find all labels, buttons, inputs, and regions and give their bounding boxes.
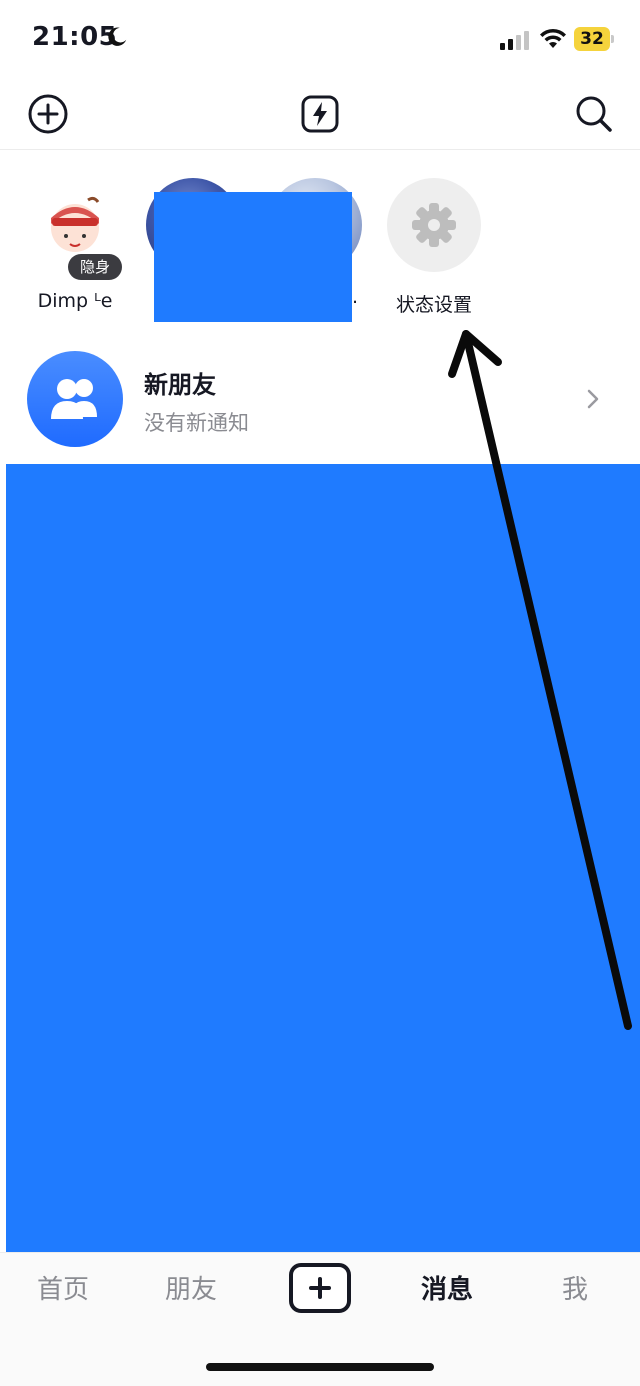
status-bar: 21:05 32 — [0, 0, 640, 80]
new-friends-row[interactable]: 新朋友 没有新通知 — [0, 345, 640, 455]
wifi-icon — [540, 28, 566, 48]
status-settings-button[interactable]: 状态设置 — [379, 178, 489, 318]
status-settings-label: 状态设置 — [395, 294, 472, 316]
gear-icon — [412, 203, 456, 247]
flash-icon[interactable] — [298, 92, 342, 136]
chevron-right-icon — [587, 389, 599, 409]
home-indicator — [206, 1363, 434, 1371]
tab-messages[interactable]: 消息 — [402, 1269, 492, 1309]
new-friends-title: 新朋友 — [144, 371, 216, 399]
tab-friends[interactable]: 朋友 — [146, 1269, 236, 1309]
people-icon — [51, 379, 97, 419]
redacted-block — [154, 192, 352, 322]
bottom-tab-bar: 首页 朋友 消息 我 — [0, 1252, 640, 1386]
add-circle-icon[interactable] — [26, 92, 70, 136]
tab-me[interactable]: 我 — [530, 1269, 620, 1309]
moon-icon — [108, 27, 127, 46]
create-button[interactable] — [289, 1263, 351, 1313]
tab-home[interactable]: 首页 — [18, 1269, 108, 1309]
signal-icon — [500, 31, 529, 50]
avatar — [387, 178, 481, 272]
new-friends-subtitle: 没有新通知 — [144, 411, 249, 435]
plus-icon — [309, 1277, 331, 1299]
top-toolbar — [0, 80, 640, 150]
search-icon[interactable] — [572, 92, 616, 136]
hidden-status-badge: 隐身 — [68, 254, 122, 280]
battery-icon: 32 — [574, 27, 614, 51]
new-friends-avatar — [27, 351, 123, 447]
redacted-message-list — [6, 464, 640, 1252]
status-name: Dimp ᴸe — [37, 290, 113, 312]
battery-level: 32 — [580, 29, 604, 49]
status-item-self[interactable]: 隐身 Dimp ᴸe — [20, 178, 130, 318]
status-time: 21:05 — [32, 22, 118, 52]
